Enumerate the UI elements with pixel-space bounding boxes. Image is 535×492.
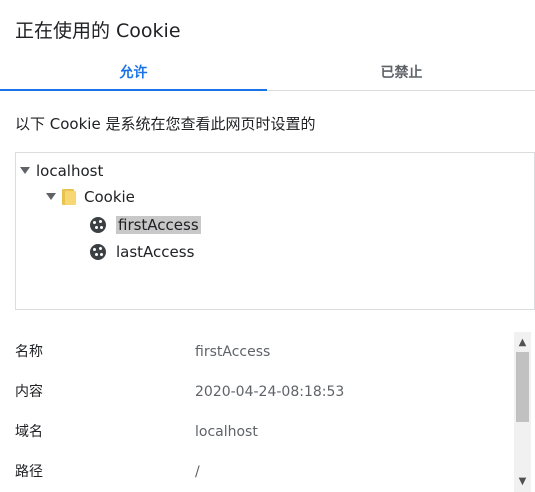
cookie-tree[interactable]: localhost Cookie firstAccess lastAccess bbox=[15, 152, 535, 310]
detail-value: / bbox=[195, 464, 200, 480]
detail-row-domain: 域名 localhost bbox=[0, 420, 512, 444]
cookies-dialog: 正在使用的 Cookie 允许 已禁止 以下 Cookie 是系统在您查看此网页… bbox=[0, 0, 535, 492]
scroll-up-icon[interactable]: ▲ bbox=[518, 338, 527, 348]
detail-row-path: 路径 / bbox=[0, 460, 512, 484]
detail-label: 内容 bbox=[15, 384, 43, 400]
tree-node-localhost[interactable]: localhost bbox=[20, 159, 103, 183]
scrollbar-thumb[interactable] bbox=[516, 352, 529, 422]
detail-value: 2020-04-24-08:18:53 bbox=[195, 384, 345, 400]
dialog-title: 正在使用的 Cookie bbox=[15, 20, 181, 42]
detail-label: 域名 bbox=[15, 424, 43, 440]
description-text: 以下 Cookie 是系统在您查看此网页时设置的 bbox=[15, 115, 316, 133]
tree-node-label: lastAccess bbox=[116, 243, 195, 261]
tree-node-cookie-folder[interactable]: Cookie bbox=[46, 185, 135, 209]
tree-node-cookie-firstaccess[interactable]: firstAccess bbox=[90, 213, 201, 237]
tree-node-label: localhost bbox=[36, 162, 104, 180]
tree-node-cookie-lastaccess[interactable]: lastAccess bbox=[90, 240, 194, 264]
cookie-icon bbox=[90, 243, 106, 260]
tab-blocked[interactable]: 已禁止 bbox=[268, 56, 535, 91]
details-scrollbar[interactable]: ▲ ▼ bbox=[514, 332, 531, 492]
tree-node-label: Cookie bbox=[84, 188, 135, 206]
detail-value: firstAccess bbox=[195, 344, 271, 360]
tree-node-label: firstAccess bbox=[116, 216, 201, 234]
folder-icon bbox=[62, 188, 76, 205]
detail-row-content: 内容 2020-04-24-08:18:53 bbox=[0, 380, 512, 404]
expand-triangle-icon[interactable] bbox=[46, 193, 56, 200]
cookie-icon bbox=[90, 216, 106, 233]
detail-label: 名称 bbox=[15, 344, 43, 360]
detail-label: 路径 bbox=[15, 464, 43, 480]
tab-bar: 允许 已禁止 bbox=[0, 56, 535, 91]
detail-value: localhost bbox=[195, 424, 258, 440]
scroll-down-icon[interactable]: ▼ bbox=[518, 477, 527, 487]
expand-triangle-icon[interactable] bbox=[20, 167, 30, 174]
detail-row-name: 名称 firstAccess bbox=[0, 340, 512, 364]
tab-allowed[interactable]: 允许 bbox=[0, 56, 267, 91]
